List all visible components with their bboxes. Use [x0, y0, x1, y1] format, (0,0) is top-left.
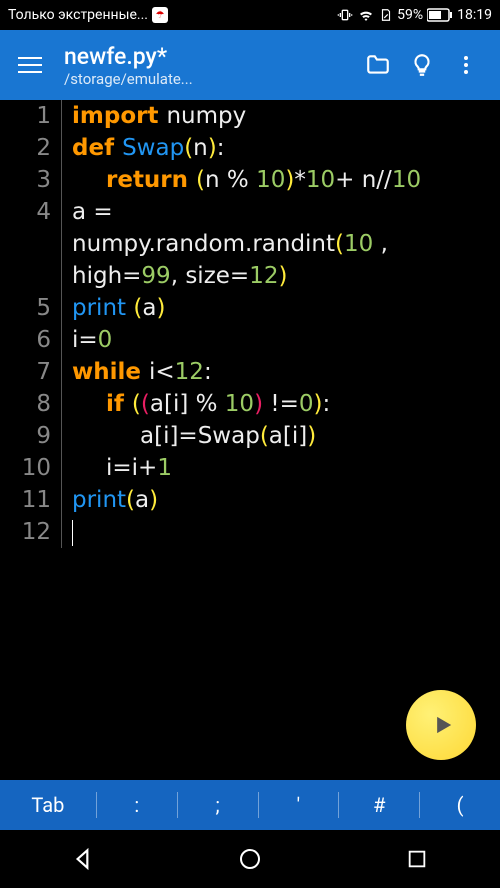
recent-button[interactable]: [387, 839, 447, 879]
symbol-key[interactable]: :: [97, 793, 177, 817]
code-content[interactable]: return (n % 10)*10+ n//10: [62, 164, 421, 196]
code-line[interactable]: 6i=0: [0, 324, 500, 356]
line-number: 11: [0, 484, 62, 516]
code-line[interactable]: 10i=i+1: [0, 452, 500, 484]
line-number: 9: [0, 420, 62, 452]
wifi-icon: [357, 6, 375, 24]
line-number: 12: [0, 516, 62, 548]
code-content[interactable]: a =: [62, 196, 120, 228]
line-number: [0, 228, 62, 260]
line-number: 2: [0, 132, 62, 164]
title-area[interactable]: newfe.py* /storage/emulate...: [64, 43, 356, 88]
symbol-key[interactable]: Tab: [0, 793, 96, 817]
code-line[interactable]: 9a[i]=Swap(a[i]): [0, 420, 500, 452]
code-line[interactable]: 2def Swap(n):: [0, 132, 500, 164]
code-content[interactable]: print(a): [62, 484, 158, 516]
symbol-key[interactable]: ;: [178, 793, 258, 817]
line-number: 4: [0, 196, 62, 228]
navigation-bar: [0, 830, 500, 888]
code-content[interactable]: print (a): [62, 292, 165, 324]
line-number: 1: [0, 100, 62, 132]
back-button[interactable]: [53, 839, 113, 879]
text-cursor: [72, 520, 73, 546]
home-button[interactable]: [220, 839, 280, 879]
code-line[interactable]: 8if ((a[i] % 10) !=0):: [0, 388, 500, 420]
menu-button[interactable]: [12, 47, 48, 83]
code-content[interactable]: a[i]=Swap(a[i]): [62, 420, 316, 452]
code-editor[interactable]: 1import numpy2def Swap(n):3return (n % 1…: [0, 100, 500, 780]
code-line[interactable]: numpy.random.randint(10 ,: [0, 228, 500, 260]
code-line[interactable]: 5print (a): [0, 292, 500, 324]
line-number: 10: [0, 452, 62, 484]
code-line[interactable]: high=99, size=12): [0, 260, 500, 292]
code-content[interactable]: numpy.random.randint(10 ,: [62, 228, 395, 260]
code-line[interactable]: 7while i<12:: [0, 356, 500, 388]
code-content[interactable]: while i<12:: [62, 356, 212, 388]
run-button[interactable]: [406, 690, 476, 760]
code-content[interactable]: if ((a[i] % 10) !=0):: [62, 388, 330, 420]
bulb-button[interactable]: [400, 43, 444, 87]
code-line[interactable]: 12: [0, 516, 500, 548]
symbol-key-row: Tab:;'#(: [0, 780, 500, 830]
code-line[interactable]: 3return (n % 10)*10+ n//10: [0, 164, 500, 196]
code-line[interactable]: 11print(a): [0, 484, 500, 516]
symbol-key[interactable]: #: [339, 793, 419, 817]
code-line[interactable]: 1import numpy: [0, 100, 500, 132]
line-number: 3: [0, 164, 62, 196]
battery-percent: 59%: [397, 7, 423, 23]
sim-icon: [379, 7, 393, 23]
line-number: 6: [0, 324, 62, 356]
code-content[interactable]: i=0: [62, 324, 112, 356]
line-number: 8: [0, 388, 62, 420]
filepath: /storage/emulate...: [64, 70, 356, 88]
filename: newfe.py*: [64, 43, 356, 70]
symbol-key[interactable]: (: [420, 793, 500, 817]
notification-icon: ☂: [152, 7, 168, 23]
symbol-key[interactable]: ': [259, 793, 339, 817]
battery-icon: [427, 8, 453, 22]
line-number: [0, 260, 62, 292]
code-content[interactable]: def Swap(n):: [62, 132, 224, 164]
line-number: 7: [0, 356, 62, 388]
network-status: Только экстренные...: [8, 7, 148, 23]
overflow-button[interactable]: [444, 43, 488, 87]
vibrate-icon: [337, 7, 353, 23]
app-bar: newfe.py* /storage/emulate...: [0, 30, 500, 100]
code-content[interactable]: i=i+1: [62, 452, 172, 484]
clock: 18:19: [457, 7, 492, 23]
line-number: 5: [0, 292, 62, 324]
status-bar: Только экстренные... ☂ 59% 18:19: [0, 0, 500, 30]
folder-button[interactable]: [356, 43, 400, 87]
code-content[interactable]: high=99, size=12): [62, 260, 287, 292]
code-line[interactable]: 4a =: [0, 196, 500, 228]
code-content[interactable]: [62, 516, 73, 548]
code-content[interactable]: import numpy: [62, 100, 246, 132]
